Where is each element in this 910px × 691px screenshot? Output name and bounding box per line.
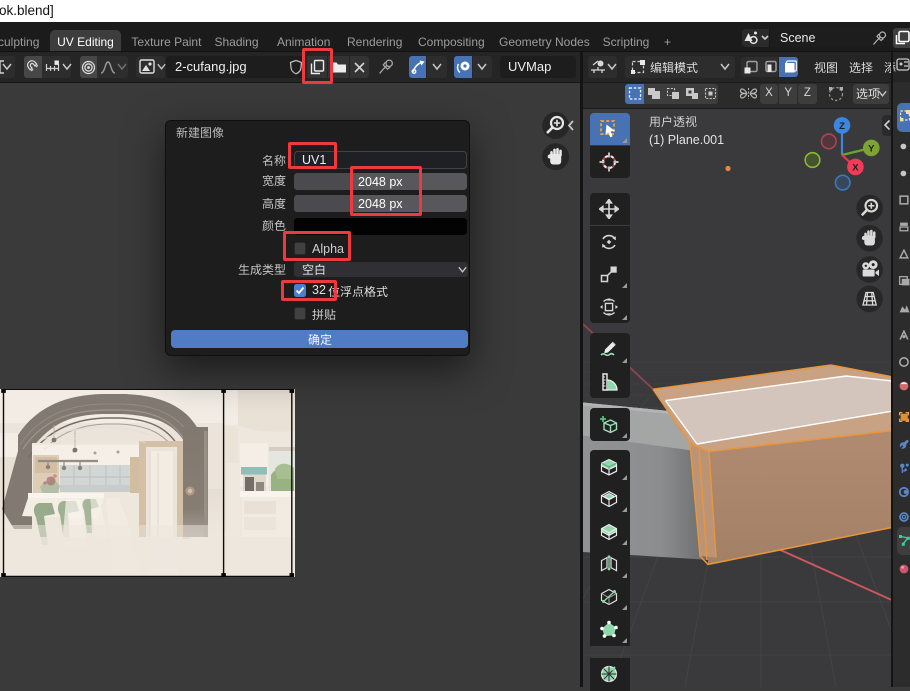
svg-text:X: X (852, 162, 859, 173)
svg-text:Z: Z (839, 121, 845, 132)
svg-text:Y: Y (868, 143, 875, 154)
